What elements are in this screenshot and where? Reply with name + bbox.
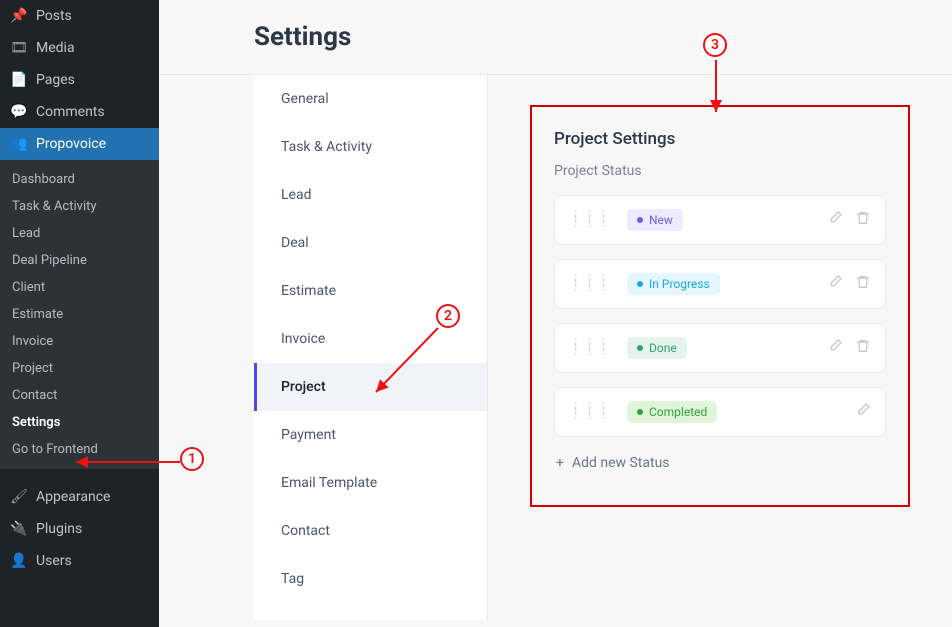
wp-menu-plugins[interactable]: 🔌 Plugins xyxy=(0,513,159,545)
plus-icon: + xyxy=(556,455,564,471)
wp-menu-appearance[interactable]: 🖌 Appearance xyxy=(0,481,159,513)
page-title: Settings xyxy=(159,0,952,74)
pin-icon: 📌 xyxy=(10,8,28,24)
comment-icon: 💬 xyxy=(10,104,28,120)
add-status-label: Add new Status xyxy=(572,455,670,471)
annotation-2: 2 xyxy=(436,304,460,328)
drag-handle-icon[interactable]: ⋮⋮⋮⋮⋮⋮ xyxy=(569,214,611,226)
drag-handle-icon[interactable]: ⋮⋮⋮⋮⋮⋮ xyxy=(569,342,611,354)
wp-menu-label: Users xyxy=(36,553,72,569)
status-badge: Completed xyxy=(627,401,717,423)
status-label: In Progress xyxy=(649,277,710,291)
status-row: ⋮⋮⋮⋮⋮⋮ Completed xyxy=(554,387,886,437)
status-badge: Done xyxy=(627,337,687,359)
wp-menu-label: Plugins xyxy=(36,521,82,537)
wp-menu-label: Comments xyxy=(36,104,105,120)
edit-icon[interactable] xyxy=(855,402,871,422)
submenu-go-to-frontend[interactable]: Go to Frontend xyxy=(0,436,159,463)
plug-icon: 🔌 xyxy=(10,521,28,537)
add-status-button[interactable]: + Add new Status xyxy=(554,451,672,475)
panel-title: Project Settings xyxy=(554,129,886,149)
wp-menu-label: Posts xyxy=(36,8,72,24)
wp-menu-posts[interactable]: 📌 Posts xyxy=(0,0,159,32)
delete-icon[interactable] xyxy=(855,210,871,230)
settings-tab-email-template[interactable]: Email Template xyxy=(254,459,487,507)
wp-menu-pages[interactable]: 📄 Pages xyxy=(0,64,159,96)
main-content: Settings GeneralTask & ActivityLeadDealE… xyxy=(159,0,952,627)
settings-tab-lead[interactable]: Lead xyxy=(254,171,487,219)
submenu-dashboard[interactable]: Dashboard xyxy=(0,166,159,193)
annotation-3: 3 xyxy=(703,33,727,57)
status-dot-icon xyxy=(637,217,643,223)
status-dot-icon xyxy=(637,409,643,415)
wp-menu-label: Appearance xyxy=(36,489,110,505)
drag-handle-icon[interactable]: ⋮⋮⋮⋮⋮⋮ xyxy=(569,278,611,290)
user-icon: 👤 xyxy=(10,553,28,569)
wp-menu-label: Propovoice xyxy=(36,136,106,152)
annotation-1: 1 xyxy=(180,447,204,471)
status-dot-icon xyxy=(637,345,643,351)
settings-tab-payment[interactable]: Payment xyxy=(254,411,487,459)
wp-menu-users[interactable]: 👤 Users xyxy=(0,545,159,577)
wp-menu-label: Pages xyxy=(36,72,75,88)
submenu-client[interactable]: Client xyxy=(0,274,159,301)
project-settings-outline: Project Settings Project Status ⋮⋮⋮⋮⋮⋮ Ne… xyxy=(530,105,910,507)
brush-icon: 🖌 xyxy=(10,489,28,505)
status-label: Completed xyxy=(649,405,707,419)
submenu-lead[interactable]: Lead xyxy=(0,220,159,247)
settings-nav: GeneralTask & ActivityLeadDealEstimateIn… xyxy=(254,75,488,620)
wp-menu-propovoice[interactable]: 👥 Propovoice xyxy=(0,128,159,160)
submenu-project[interactable]: Project xyxy=(0,355,159,382)
propovoice-submenu: DashboardTask & ActivityLeadDeal Pipelin… xyxy=(0,160,159,469)
submenu-deal-pipeline[interactable]: Deal Pipeline xyxy=(0,247,159,274)
wp-menu-media[interactable]: 🎞 Media xyxy=(0,32,159,64)
edit-icon[interactable] xyxy=(827,274,843,294)
edit-icon[interactable] xyxy=(827,338,843,358)
edit-icon[interactable] xyxy=(827,210,843,230)
delete-icon[interactable] xyxy=(855,274,871,294)
submenu-estimate[interactable]: Estimate xyxy=(0,301,159,328)
settings-tab-general[interactable]: General xyxy=(254,75,487,123)
status-badge: New xyxy=(627,209,683,231)
status-row: ⋮⋮⋮⋮⋮⋮ New xyxy=(554,195,886,245)
settings-tab-tag[interactable]: Tag xyxy=(254,555,487,603)
delete-icon[interactable] xyxy=(855,338,871,358)
wp-menu-label: Media xyxy=(36,40,75,56)
submenu-invoice[interactable]: Invoice xyxy=(0,328,159,355)
status-row: ⋮⋮⋮⋮⋮⋮ Done xyxy=(554,323,886,373)
status-row: ⋮⋮⋮⋮⋮⋮ In Progress xyxy=(554,259,886,309)
status-dot-icon xyxy=(637,281,643,287)
submenu-contact[interactable]: Contact xyxy=(0,382,159,409)
panel-subtitle: Project Status xyxy=(554,163,886,179)
settings-panel: Project Settings Project Status ⋮⋮⋮⋮⋮⋮ Ne… xyxy=(488,75,952,620)
submenu-task-activity[interactable]: Task & Activity xyxy=(0,193,159,220)
pages-icon: 📄 xyxy=(10,72,28,88)
group-icon: 👥 xyxy=(10,136,28,152)
wp-menu-comments[interactable]: 💬 Comments xyxy=(0,96,159,128)
settings-tab-task-activity[interactable]: Task & Activity xyxy=(254,123,487,171)
settings-tab-project[interactable]: Project xyxy=(254,363,487,411)
status-label: Done xyxy=(649,341,677,355)
submenu-settings[interactable]: Settings xyxy=(0,409,159,436)
settings-tab-deal[interactable]: Deal xyxy=(254,219,487,267)
status-label: New xyxy=(649,213,673,227)
wp-admin-sidebar: 📌 Posts 🎞 Media 📄 Pages 💬 Comments 👥 Propovoice D… xyxy=(0,0,159,627)
status-badge: In Progress xyxy=(627,273,720,295)
settings-tab-contact[interactable]: Contact xyxy=(254,507,487,555)
drag-handle-icon[interactable]: ⋮⋮⋮⋮⋮⋮ xyxy=(569,406,611,418)
media-icon: 🎞 xyxy=(10,40,28,56)
